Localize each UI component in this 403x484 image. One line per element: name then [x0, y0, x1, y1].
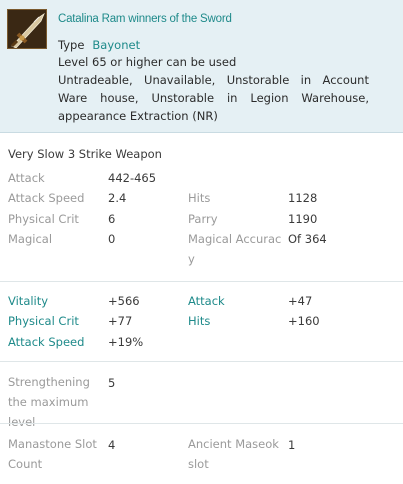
stat-physical-crit-label: Physical Crit — [8, 212, 79, 226]
bonus-vitality-label: Vitality — [8, 294, 49, 308]
manastone-slot-label: Manastone Slot Count — [8, 437, 97, 471]
level-requirement: Level 65 or higher can be used — [58, 55, 237, 69]
bonus-hits-value: +160 — [288, 314, 320, 328]
manastone-slot-value: 4 — [108, 438, 116, 452]
weapon-class: Very Slow 3 Strike Weapon — [8, 147, 162, 161]
bonus-attack-speed-value: +19% — [108, 335, 144, 349]
stat-attack-speed-label: Attack Speed — [8, 191, 85, 205]
bonus-physical-crit-value: +77 — [108, 314, 133, 328]
stat-magical-value: 0 — [108, 232, 116, 246]
divider — [0, 281, 403, 282]
bonus-vitality-value: +566 — [108, 294, 140, 308]
ancient-maseok-slot-value: 1 — [288, 438, 296, 452]
bonus-attack-speed-label: Attack Speed — [8, 335, 85, 349]
sword-icon — [7, 9, 47, 49]
stat-parry-value: 1190 — [288, 212, 318, 226]
divider — [0, 423, 403, 424]
bonus-attack-value: +47 — [288, 294, 313, 308]
ancient-maseok-slot-label: Ancient Maseok slot — [188, 437, 279, 471]
item-tooltip: Catalina Ram winners of the Sword Type Ba… — [0, 0, 403, 484]
divider — [0, 361, 403, 362]
item-restrictions: Untradeable, Unavailable, Unstorable in … — [58, 73, 369, 123]
stat-attack-label: Attack — [8, 171, 45, 185]
stat-magical-accuracy-label: Magical Accurac y — [188, 232, 282, 266]
stat-hits-value: 1128 — [288, 191, 318, 205]
stat-parry-label: Parry — [188, 212, 218, 226]
stat-magical-accuracy-value: Of 364 — [288, 232, 327, 246]
item-header: Catalina Ram winners of the Sword Type Ba… — [0, 0, 403, 133]
item-type-label: Type — [58, 38, 85, 52]
stat-hits-label: Hits — [188, 191, 211, 205]
bonus-physical-crit-label: Physical Crit — [8, 314, 79, 328]
bonus-hits-label: Hits — [188, 314, 211, 328]
stat-physical-crit-value: 6 — [108, 212, 116, 226]
item-type-value: Bayonet — [92, 38, 141, 52]
item-type-row: Type Bayonet — [58, 38, 140, 52]
bonus-attack-label: Attack — [188, 294, 225, 308]
enchant-max-level-value: 5 — [108, 376, 116, 390]
stat-attack-speed-value: 2.4 — [108, 191, 127, 205]
item-name: Catalina Ram winners of the Sword — [58, 13, 232, 25]
stat-attack-value: 442-465 — [108, 171, 157, 185]
stat-magical-label: Magical — [8, 232, 53, 246]
